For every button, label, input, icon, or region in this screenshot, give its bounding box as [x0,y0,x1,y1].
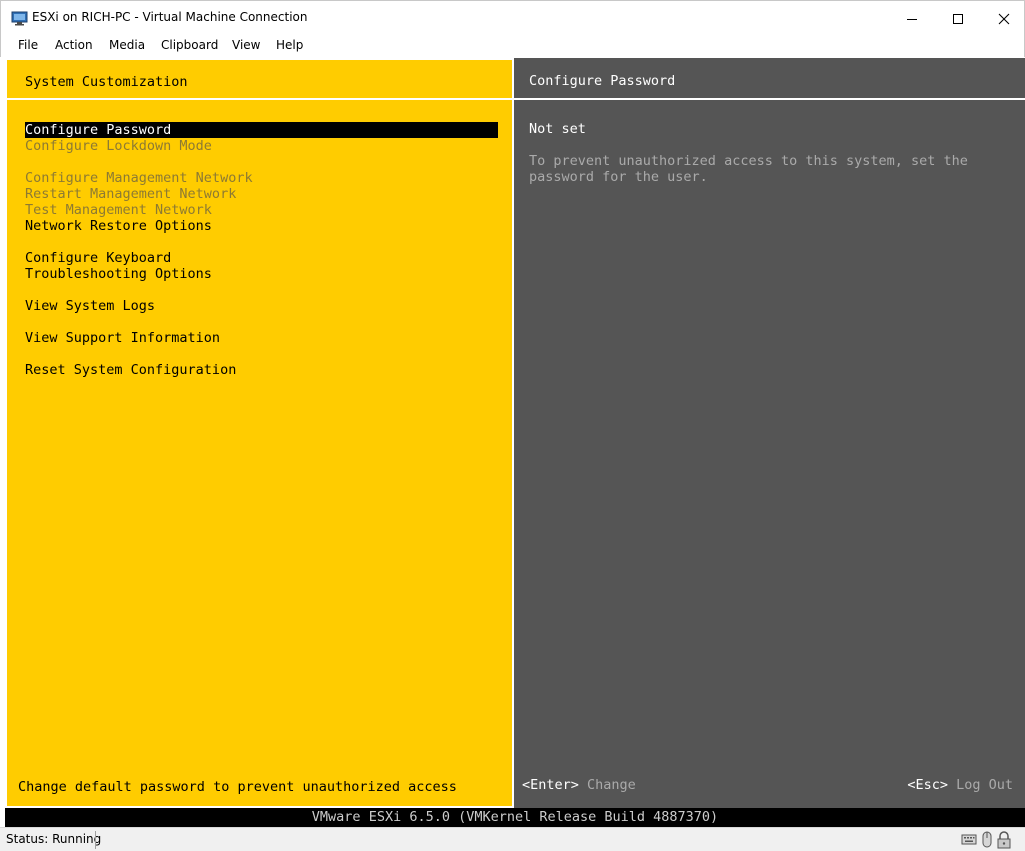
enter-hint[interactable]: <Enter> Change [522,777,636,793]
configure-password-panel: Configure Password Not set To prevent un… [514,58,1025,808]
minimize-icon [907,18,917,20]
menu-entry-network-restore-options[interactable]: Network Restore Options [25,218,212,234]
status-separator [95,831,96,849]
menu-media[interactable]: Media [109,38,145,52]
menu-entry-reset-system-configuration[interactable]: Reset System Configuration [25,362,236,378]
detail-title: Configure Password [529,73,676,89]
menu-entry-view-support-information[interactable]: View Support Information [25,330,220,346]
menu-entry-restart-management-network[interactable]: Restart Management Network [25,186,236,202]
menu-entry-configure-lockdown-mode[interactable]: Configure Lockdown Mode [25,138,212,154]
divider [7,98,512,100]
menu-help[interactable]: Help [276,38,303,52]
menu-view[interactable]: View [232,38,260,52]
system-customization-panel: System Customization Configure Password … [5,58,514,808]
menu-entry-configure-keyboard[interactable]: Configure Keyboard [25,250,171,266]
esc-key: <Esc> [907,777,948,793]
close-button[interactable] [981,1,1025,36]
maximize-icon [953,13,963,24]
vm-console[interactable]: System Customization Configure Password … [5,58,1025,827]
menu-clipboard[interactable]: Clipboard [161,38,218,52]
vm-status: Status: Running [6,832,102,846]
menu-entry-configure-management-network[interactable]: Configure Management Network [25,170,253,186]
close-icon [998,13,1010,24]
panel-title: System Customization [25,74,188,90]
maximize-button[interactable] [935,1,981,36]
menu-entry-test-management-network[interactable]: Test Management Network [25,202,212,218]
help-text: To prevent unauthorized access to this s… [529,153,968,185]
status-bar: Status: Running [0,827,1025,851]
menu-file[interactable]: File [18,38,38,52]
menu-entry-configure-password[interactable]: Configure Password [25,122,498,138]
window-title: ESXi on RICH-PC - Virtual Machine Connec… [32,10,308,24]
build-bar: VMware ESXi 6.5.0 (VMKernel Release Buil… [5,808,1025,827]
enter-key: <Enter> [522,777,579,793]
window-titlebar[interactable]: ESXi on RICH-PC - Virtual Machine Connec… [0,0,1025,35]
build-info: VMware ESXi 6.5.0 (VMKernel Release Buil… [311,809,719,825]
esc-action: Log Out [956,777,1013,793]
menu-entry-troubleshooting-options[interactable]: Troubleshooting Options [25,266,212,282]
left-footer-hint: Change default password to prevent unaut… [18,779,457,795]
minimize-button[interactable] [889,1,935,36]
password-status: Not set [529,121,586,137]
menu-action[interactable]: Action [55,38,93,52]
lock-icon [997,831,1011,849]
enter-action: Change [587,777,636,793]
menu-entry-view-system-logs[interactable]: View System Logs [25,298,155,314]
divider [514,98,1025,100]
menu-bar: File Action Media Clipboard View Help [0,35,1025,57]
keyboard-icon [961,834,977,845]
mouse-icon [982,831,992,848]
monitor-icon [11,11,28,26]
esc-hint[interactable]: <Esc> Log Out [907,777,1013,793]
